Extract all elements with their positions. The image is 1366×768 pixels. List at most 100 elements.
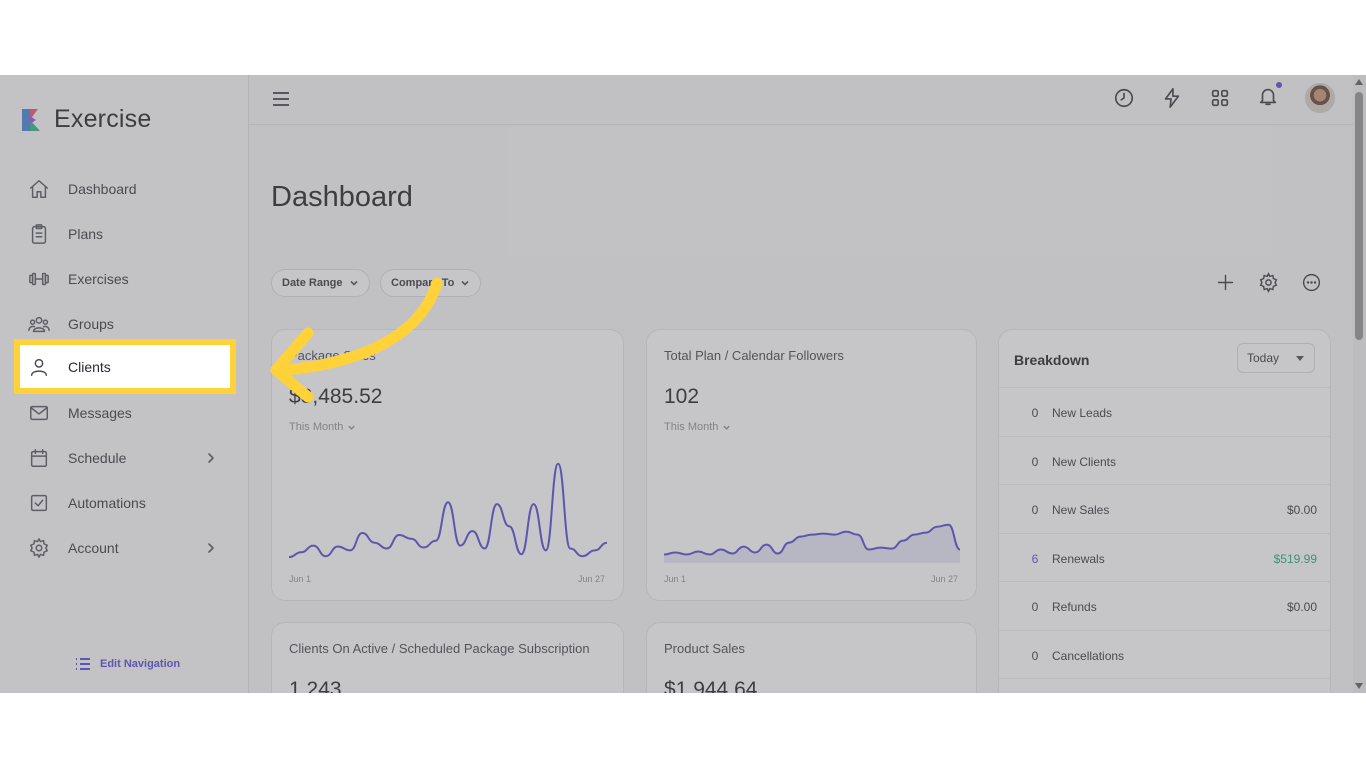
- settings-gear-icon[interactable]: [1258, 272, 1279, 293]
- bell-icon: [1259, 88, 1277, 105]
- notifications-button[interactable]: [1257, 81, 1282, 112]
- followers-chart: [664, 523, 960, 563]
- clock-icon[interactable]: [1113, 87, 1135, 109]
- user-icon: [30, 359, 48, 377]
- compare-to-label: Compare To: [391, 277, 455, 289]
- breakdown-range-value: Today: [1247, 351, 1280, 365]
- breakdown-count: 0: [1031, 406, 1039, 420]
- lightning-icon[interactable]: [1161, 87, 1183, 109]
- x-tick-end: Jun 27: [930, 574, 958, 584]
- date-range-label: Date Range: [282, 277, 343, 289]
- topbar: [249, 75, 1353, 125]
- breakdown-label: Refunds: [1052, 600, 1097, 614]
- sidebar-item-automations[interactable]: Automations: [0, 481, 249, 526]
- period-selector[interactable]: This Month: [289, 421, 356, 433]
- breakdown-amount: $0.00: [1286, 503, 1317, 517]
- sidebar-item-label: Account: [68, 539, 119, 556]
- sidebar-item-label: Schedule: [68, 450, 127, 467]
- sidebar-item-label: Dashboard: [68, 181, 137, 198]
- dumbbell-icon: [29, 272, 49, 286]
- chevron-down-icon: [461, 280, 469, 286]
- sidebar-item-label: Plans: [68, 226, 104, 243]
- breakdown-label: New Sales: [1052, 503, 1110, 517]
- dashboard-tools: [1215, 272, 1322, 293]
- breakdown-count: 0: [1031, 648, 1039, 663]
- sidebar-item-messages[interactable]: Messages: [0, 391, 249, 436]
- date-range-filter[interactable]: Date Range: [271, 269, 370, 297]
- breakdown-count: 0: [1031, 503, 1039, 517]
- package-sales-chart: [289, 462, 607, 559]
- breakdown-range-select[interactable]: Today: [1237, 343, 1315, 373]
- breakdown-row[interactable]: 0 Cancellations: [999, 629, 1330, 679]
- followers-card[interactable]: Total Plan / Calendar Followers 102 This…: [646, 329, 977, 601]
- card-value: 1,243: [289, 678, 342, 693]
- notification-dot: [1276, 81, 1282, 88]
- scroll-up-arrow-icon[interactable]: [1355, 79, 1363, 85]
- card-title: Package Sales: [289, 348, 376, 363]
- scrollbar[interactable]: [1353, 75, 1366, 693]
- area-fill: [664, 524, 960, 563]
- chevron-right-icon: [208, 453, 214, 463]
- edit-navigation-label: Edit Navigation: [100, 658, 181, 670]
- clipboard-icon: [31, 224, 47, 245]
- period-label: This Month: [289, 421, 344, 433]
- chevron-down-icon: [349, 280, 358, 286]
- period-selector[interactable]: This Month: [664, 421, 731, 433]
- menu-icon[interactable]: [271, 89, 291, 109]
- card-title: Product Sales: [664, 641, 745, 656]
- card-value: 102: [664, 385, 700, 408]
- breakdown-row[interactable]: 0 New Leads: [999, 387, 1330, 436]
- product-sales-card[interactable]: Product Sales $1,944.64: [646, 622, 977, 693]
- series-line: [289, 462, 607, 559]
- sidebar-item-label: Exercises: [68, 270, 129, 287]
- topbar-actions: [1113, 81, 1335, 113]
- sidebar-item-clients[interactable]: Clients: [0, 345, 249, 390]
- breakdown-title: Breakdown: [1014, 352, 1090, 368]
- sidebar-item-plans[interactable]: Plans: [0, 212, 249, 257]
- breakdown-label: New Leads: [1052, 406, 1113, 420]
- card-value: $1,944.64: [664, 678, 758, 693]
- breakdown-amount: $0.00: [1286, 600, 1317, 614]
- subscriptions-card[interactable]: Clients On Active / Scheduled Package Su…: [271, 622, 624, 693]
- gear-icon: [30, 537, 48, 558]
- breakdown-count: 6: [1031, 551, 1039, 566]
- period-label: This Month: [664, 421, 719, 433]
- breakdown-panel: Breakdown Today 0 New Leads 0 New Client…: [998, 329, 1331, 693]
- plus-icon[interactable]: [1215, 272, 1236, 293]
- sidebar-item-dashboard[interactable]: Dashboard: [0, 167, 249, 212]
- breakdown-row[interactable]: 6 Renewals $519.99: [999, 532, 1330, 582]
- sidebar-item-schedule[interactable]: Schedule: [0, 436, 249, 481]
- sidebar-item-account[interactable]: Account: [0, 525, 249, 570]
- card-title: Total Plan / Calendar Followers: [664, 348, 844, 363]
- sidebar-item-exercises[interactable]: Exercises: [0, 257, 249, 302]
- edit-navigation-link[interactable]: Edit Navigation: [75, 656, 180, 672]
- chevron-right-icon: [208, 542, 214, 553]
- compare-to-filter[interactable]: Compare To: [380, 269, 482, 297]
- card-value: $3,485.52: [289, 385, 383, 408]
- users-icon: [28, 316, 50, 332]
- breakdown-row[interactable]: 0 Refunds $0.00: [999, 581, 1330, 630]
- breakdown-label: Renewals: [1052, 551, 1105, 566]
- scroll-down-arrow-icon[interactable]: [1355, 683, 1363, 689]
- sidebar-item-label: Automations: [68, 494, 146, 511]
- mail-icon: [30, 406, 48, 421]
- breakdown-count: 0: [1031, 600, 1039, 614]
- package-sales-card[interactable]: Package Sales $3,485.52 This Month Jun 1…: [271, 329, 624, 601]
- app-window: Exercise Dashboard Plans Exercises Group…: [0, 75, 1366, 693]
- calendar-icon: [30, 449, 48, 468]
- brand-name: Exercise: [54, 105, 152, 133]
- more-options-icon[interactable]: [1301, 272, 1322, 293]
- x-tick-start: Jun 1: [289, 574, 312, 584]
- breakdown-row[interactable]: 0 New Clients: [999, 435, 1330, 485]
- breakdown-label: Cancellations: [1052, 648, 1125, 663]
- sidebar-item-label: Groups: [68, 315, 114, 332]
- brand[interactable]: Exercise: [18, 105, 151, 134]
- apps-grid-icon[interactable]: [1209, 87, 1231, 109]
- breakdown-amount: $519.99: [1273, 551, 1317, 566]
- check-square-icon: [30, 494, 48, 512]
- breakdown-count: 0: [1031, 454, 1039, 469]
- breakdown-row[interactable]: 0 New Sales $0.00: [999, 484, 1330, 533]
- scroll-thumb[interactable]: [1355, 92, 1363, 340]
- avatar[interactable]: [1305, 83, 1335, 113]
- card-title: Clients On Active / Scheduled Package Su…: [289, 641, 590, 656]
